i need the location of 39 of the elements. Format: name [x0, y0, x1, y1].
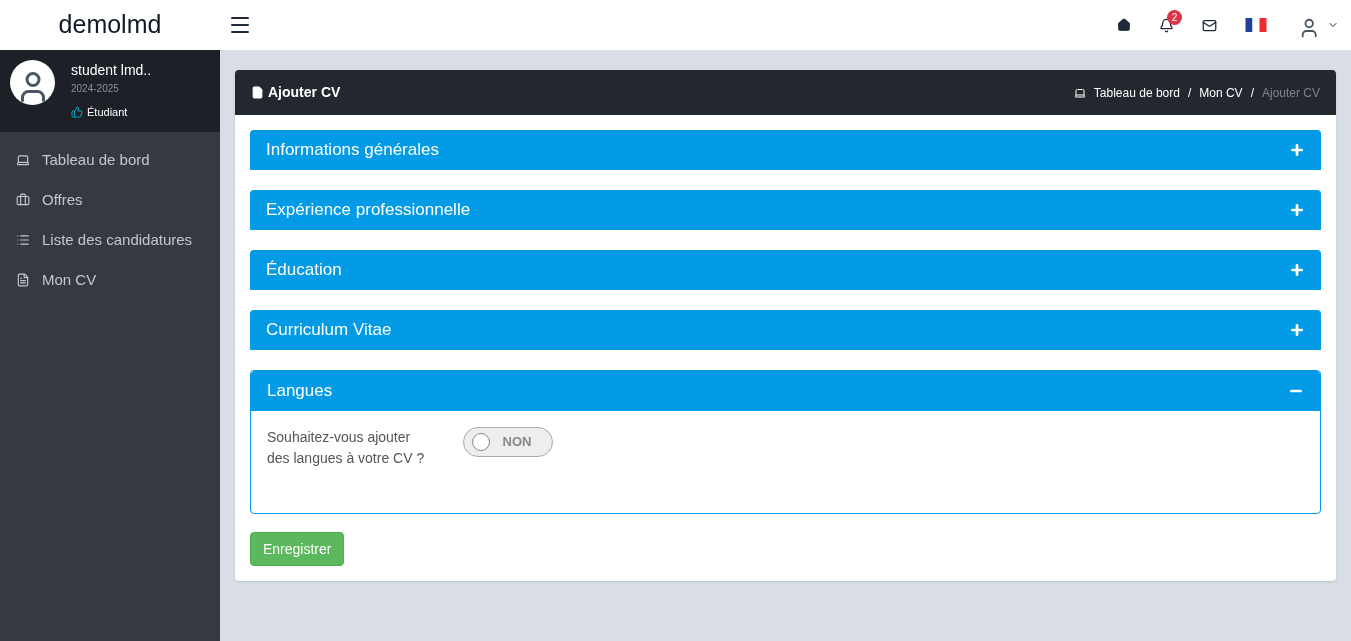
plus-icon	[1289, 142, 1305, 158]
document-icon[interactable]	[16, 273, 30, 287]
home-icon[interactable]	[1117, 18, 1131, 32]
user-role: Étudiant	[87, 105, 128, 120]
accordion-header[interactable]: Expérience professionnelle	[250, 190, 1321, 230]
plus-icon	[1289, 202, 1305, 218]
question-label: Souhaitez-vous ajouter des langues à votre CV ?	[267, 428, 426, 468]
save-button[interactable]: Enregistrer	[250, 532, 345, 566]
breadcrumb-link[interactable]: Ajouter CV	[1261, 83, 1320, 102]
accordion-header[interactable]: Curriculum Vitae	[250, 310, 1321, 350]
brand-logo[interactable]: demolmd	[58, 6, 162, 44]
list-icon[interactable]	[16, 233, 30, 247]
document-icon	[251, 86, 264, 99]
breadcrumb-link[interactable]: Tableau de bord	[1093, 83, 1180, 102]
breadcrumb-separator: /	[1250, 84, 1254, 102]
briefcase-icon[interactable]	[16, 193, 30, 207]
laptop-icon[interactable]	[16, 153, 30, 167]
laptop-icon	[1073, 86, 1086, 99]
sidebar-item[interactable]: Offres	[42, 188, 83, 212]
accordion-header[interactable]: Éducation	[250, 250, 1321, 290]
accordion-header[interactable]: Langues	[251, 371, 1320, 411]
flag-icon[interactable]	[1245, 18, 1267, 32]
user-name: student lmd..	[71, 61, 152, 80]
thumbs-up-icon	[71, 106, 83, 119]
academic-year: 2024-2025	[71, 82, 120, 96]
sidebar-item[interactable]: Mon CV	[42, 268, 97, 292]
sidebar-item[interactable]: Liste des candidatures	[42, 228, 193, 252]
plus-icon	[1289, 262, 1305, 278]
page-title: Ajouter CV	[268, 83, 341, 102]
plus-icon	[1289, 322, 1305, 338]
mail-icon[interactable]	[1202, 17, 1217, 33]
accordion-header[interactable]: Informations générales	[250, 130, 1321, 170]
bell-icon[interactable]	[1159, 17, 1174, 33]
notification-badge: 2	[1167, 9, 1182, 25]
profile-avatar	[10, 60, 55, 105]
breadcrumb-separator: /	[1187, 84, 1192, 102]
toggle-switch[interactable]: NON	[463, 427, 553, 457]
sidebar-item[interactable]: Tableau de bord	[42, 148, 150, 172]
breadcrumb-link[interactable]: Mon CV	[1199, 83, 1243, 102]
